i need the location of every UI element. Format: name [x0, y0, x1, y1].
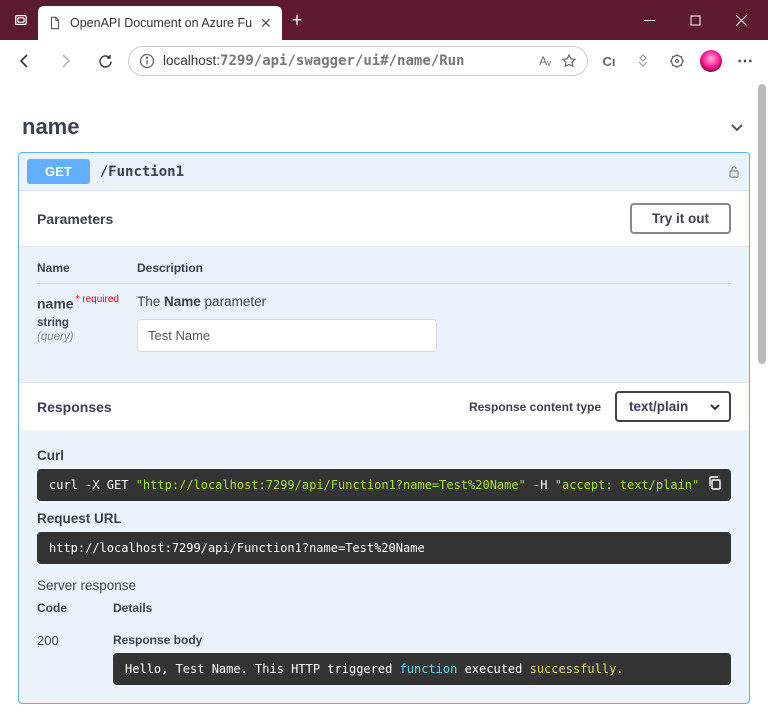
tag-name: name: [22, 114, 79, 140]
unlock-icon[interactable]: [727, 165, 741, 179]
extension-icon-1[interactable]: [628, 46, 658, 76]
window-controls: [626, 0, 764, 40]
try-it-out-button[interactable]: Try it out: [630, 203, 731, 234]
site-info-icon[interactable]: [139, 53, 155, 69]
back-button[interactable]: [8, 44, 42, 78]
minimize-button[interactable]: [626, 0, 672, 40]
content-type-select[interactable]: text/plain: [615, 391, 731, 422]
param-name: name: [37, 295, 74, 311]
http-method-badge: GET: [27, 159, 90, 184]
th-code: Code: [37, 601, 113, 615]
param-description: The Name parameter: [137, 294, 731, 309]
refresh-button[interactable]: [88, 44, 122, 78]
address-bar-actions: Aᵥ: [539, 53, 577, 69]
operation-path: /Function1: [100, 164, 184, 180]
responses-header: Responses Response content type text/pla…: [19, 382, 749, 430]
param-location: (query): [37, 331, 137, 343]
url-text: localhost:7299/api/swagger/ui#/name/Run: [163, 53, 464, 69]
browser-tab[interactable]: OpenAPI Document on Azure Fu ✕: [38, 6, 282, 40]
profile-avatar[interactable]: [696, 46, 726, 76]
favorite-icon[interactable]: [561, 53, 577, 69]
scrollbar-thumb[interactable]: [758, 84, 766, 364]
titlebar: OpenAPI Document on Azure Fu ✕ +: [0, 0, 768, 40]
extensions-icon[interactable]: [662, 46, 692, 76]
file-icon: [48, 16, 62, 30]
close-window-button[interactable]: [718, 0, 764, 40]
response-body-heading: Response body: [113, 633, 731, 647]
th-description: Description: [137, 261, 731, 275]
th-details: Details: [113, 601, 152, 615]
curl-command: curl -X GET "http://localhost:7299/api/F…: [37, 469, 731, 501]
th-name: Name: [37, 261, 137, 275]
server-response-heading: Server response: [37, 578, 731, 593]
browser-toolbar: localhost:7299/api/swagger/ui#/name/Run …: [0, 40, 768, 82]
page-content: name GET /Function1 Parameters Try it ou…: [0, 82, 768, 725]
response-row: 200 Response body Hello, Test Name. This…: [37, 633, 731, 685]
param-input[interactable]: [137, 319, 437, 352]
curl-heading: Curl: [37, 448, 731, 463]
response-code: 200: [37, 633, 113, 685]
scrollbar[interactable]: [758, 84, 766, 721]
forward-button: [48, 44, 82, 78]
copy-icon[interactable]: [707, 475, 723, 491]
toolbar-icons: Cι ⋯: [594, 46, 760, 76]
responses-title: Responses: [37, 399, 112, 415]
browser-window: OpenAPI Document on Azure Fu ✕ + localho…: [0, 0, 768, 725]
address-bar[interactable]: localhost:7299/api/swagger/ui#/name/Run …: [128, 46, 588, 76]
menu-icon[interactable]: ⋯: [730, 46, 760, 76]
request-url: http://localhost:7299/api/Function1?name…: [37, 532, 731, 564]
param-type: string: [37, 317, 137, 329]
operation-summary[interactable]: GET /Function1: [19, 153, 749, 191]
close-icon[interactable]: ✕: [260, 15, 272, 32]
new-tab-button[interactable]: +: [282, 10, 313, 31]
chevron-down-icon: [728, 118, 746, 136]
tab-actions-button[interactable]: [4, 3, 38, 37]
operation-block: GET /Function1 Parameters Try it out Nam…: [18, 152, 750, 704]
parameters-title: Parameters: [37, 211, 113, 227]
read-aloud-icon[interactable]: Aᵥ: [539, 54, 551, 68]
request-url-heading: Request URL: [37, 511, 731, 526]
maximize-button[interactable]: [672, 0, 718, 40]
required-badge: * required: [76, 294, 119, 305]
response-body: Hello, Test Name. This HTTP triggered fu…: [113, 653, 731, 685]
parameter-row: name* required string (query) The Name p…: [37, 284, 731, 352]
tag-header[interactable]: name: [18, 102, 750, 152]
collections-icon[interactable]: Cι: [594, 46, 624, 76]
content-type-label: Response content type: [469, 400, 601, 414]
execution-results: Curl curl -X GET "http://localhost:7299/…: [19, 430, 749, 703]
parameters-header: Parameters Try it out: [19, 191, 749, 247]
parameters-table: Name Description name* required string (…: [19, 247, 749, 382]
tab-title: OpenAPI Document on Azure Fu: [70, 16, 252, 30]
